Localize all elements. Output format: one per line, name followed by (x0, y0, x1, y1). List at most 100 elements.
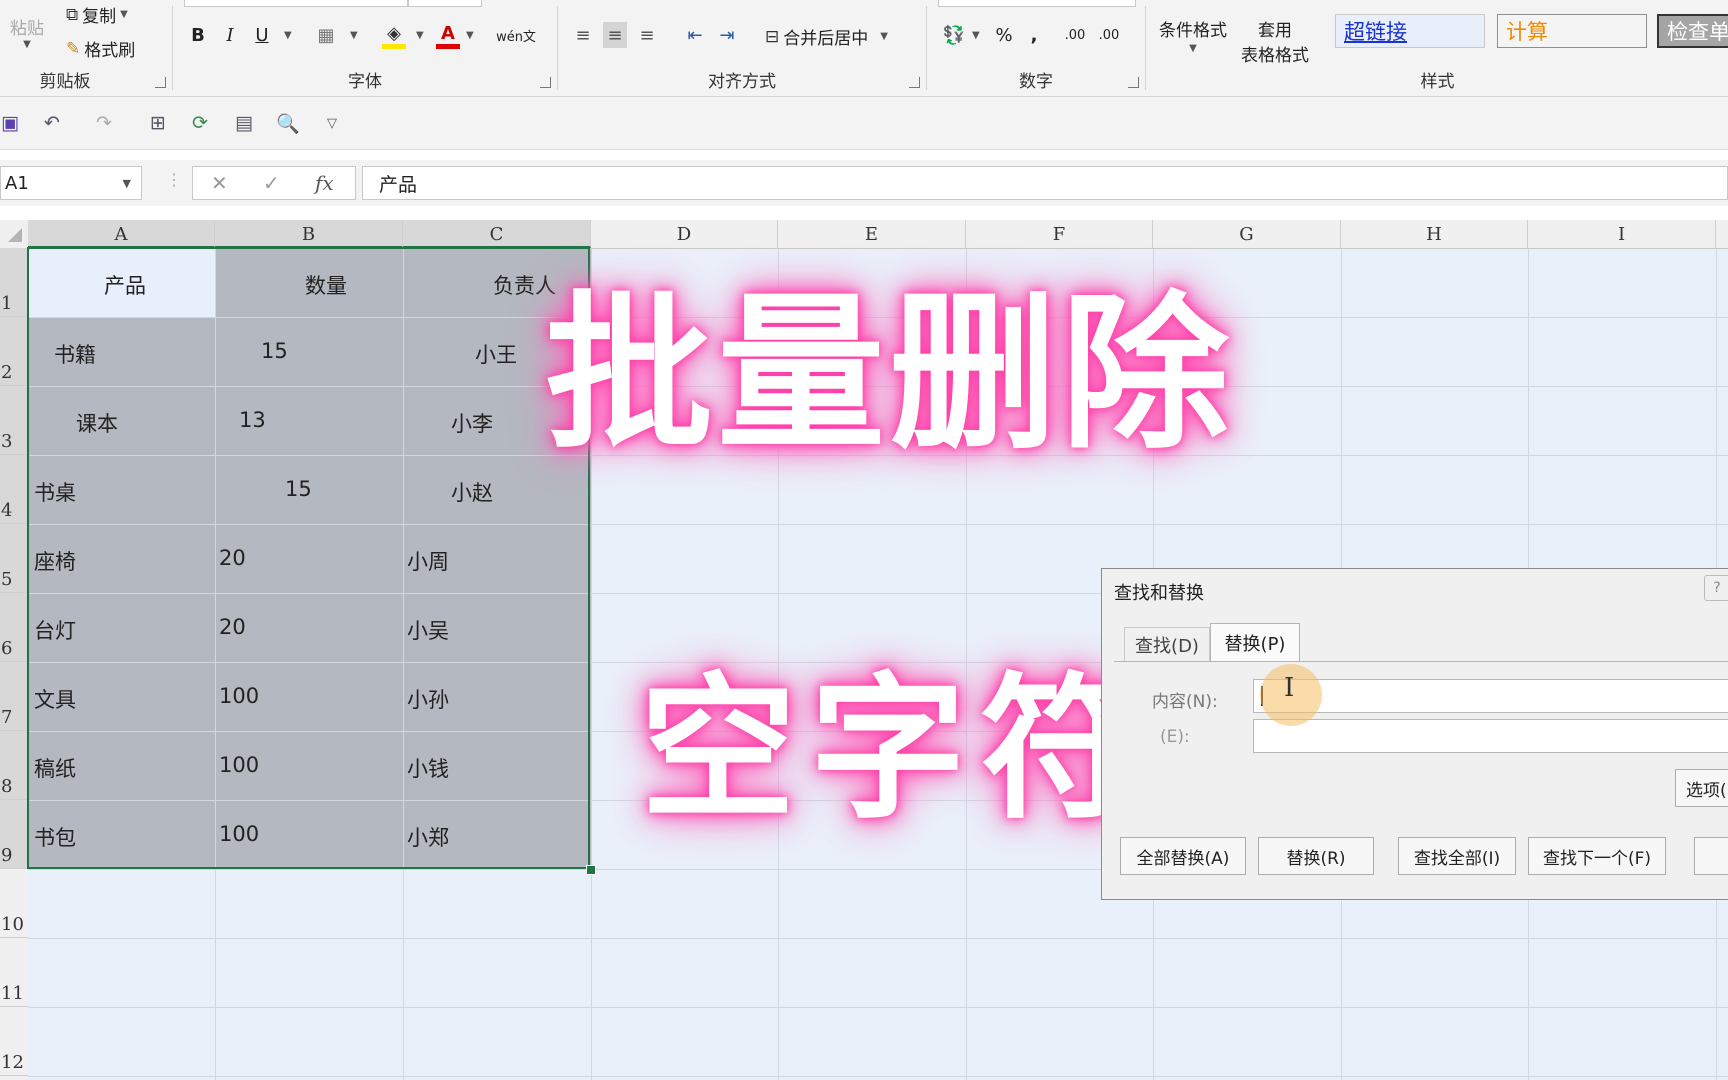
column-header-a[interactable]: A (28, 220, 215, 248)
paste-label: 粘贴 (10, 19, 44, 39)
row-header-11[interactable]: 11 (0, 938, 28, 1007)
overlay-title-2: 空字符 (640, 658, 1150, 840)
customize-toolbar-icon[interactable]: ▽ (318, 109, 346, 137)
font-color-icon[interactable]: A (436, 22, 460, 49)
style-check[interactable]: 检查单 (1657, 14, 1728, 48)
replace-button[interactable]: 替换(R) (1258, 837, 1374, 875)
select-all-corner-icon[interactable] (8, 228, 22, 242)
name-box[interactable]: A1 ▼ (0, 166, 142, 200)
table-format-label-1: 套用 (1258, 21, 1292, 41)
chevron-down-icon: ▼ (120, 9, 128, 20)
underline-button[interactable]: U (250, 22, 274, 48)
copy-icon: ⧉ (66, 4, 79, 25)
phonetic-button[interactable]: wén文 (496, 22, 536, 48)
style-calc[interactable]: 计算 (1497, 14, 1647, 48)
chevron-down-icon[interactable]: ▼ (416, 30, 424, 41)
number-format-field[interactable] (938, 0, 1136, 7)
formula-bar: A1 ▼ ⋮ ✕ ✓ fx 产品 (0, 160, 1728, 206)
align-right-icon[interactable]: ≡ (635, 22, 659, 48)
close-button[interactable] (1694, 837, 1728, 875)
find-input[interactable] (1253, 679, 1728, 713)
paste-button[interactable]: 粘贴 ▼ (10, 14, 44, 50)
number-launcher-icon[interactable] (1128, 77, 1139, 88)
chevron-down-icon[interactable]: ▼ (350, 30, 358, 41)
row-header-5[interactable]: 5 (0, 524, 28, 593)
gridline-horizontal (28, 1076, 1728, 1077)
find-next-button[interactable]: 查找下一个(F) (1528, 837, 1666, 875)
alignment-launcher-icon[interactable] (909, 77, 920, 88)
tab-find[interactable]: 查找(D) (1124, 627, 1210, 661)
copy-button[interactable]: ⧉ 复制 ▼ (66, 2, 128, 28)
chevron-down-icon[interactable]: ▼ (284, 30, 292, 41)
bold-button[interactable]: B (186, 22, 210, 48)
row-headers: 1 2 3 4 5 6 7 8 9 10 11 12 (0, 248, 28, 1080)
find-all-button[interactable]: 查找全部(I) (1398, 837, 1516, 875)
row-header-9[interactable]: 9 (0, 800, 28, 869)
fill-handle[interactable] (586, 865, 596, 875)
clipboard-launcher-icon[interactable] (155, 77, 166, 88)
row-header-7[interactable]: 7 (0, 662, 28, 731)
italic-button[interactable]: I (218, 22, 242, 48)
percent-button[interactable]: % (992, 22, 1016, 48)
row-header-4[interactable]: 4 (0, 455, 28, 524)
style-hyperlink[interactable]: 超链接 (1335, 14, 1485, 48)
merge-center-button[interactable]: ⊟ 合并后居中 ▼ (765, 24, 888, 50)
comma-button[interactable]: , (1022, 22, 1046, 48)
replace-input[interactable] (1253, 719, 1728, 753)
column-header-b[interactable]: B (215, 220, 403, 248)
divider (172, 6, 173, 90)
border-icon[interactable]: ▦ (314, 22, 338, 48)
font-name-field[interactable] (184, 0, 408, 7)
document-icon[interactable]: ▤ (230, 109, 258, 137)
row-header-12[interactable]: 12 (0, 1007, 28, 1076)
cancel-icon[interactable]: ✕ (211, 171, 228, 195)
row-header-3[interactable]: 3 (0, 386, 28, 455)
insert-function-button[interactable]: fx (315, 171, 334, 195)
currency-icon[interactable]: 💱 (942, 22, 966, 48)
zoom-preview-icon[interactable]: 🔍 (274, 109, 302, 137)
increase-decimal-button[interactable]: .00 (1060, 22, 1090, 48)
row-header-8[interactable]: 8 (0, 731, 28, 800)
print-preview-icon[interactable]: ⊞ (144, 109, 172, 137)
tab-replace[interactable]: 替换(P) (1210, 623, 1300, 661)
row-header-6[interactable]: 6 (0, 593, 28, 662)
replace-label: (E): (1160, 727, 1190, 747)
decrease-indent-icon[interactable]: ⇤ (683, 22, 707, 48)
merge-icon: ⊟ (765, 26, 780, 47)
chevron-down-icon[interactable]: ▼ (123, 177, 131, 190)
fill-color-icon[interactable]: ◈ (382, 22, 406, 49)
formula-input[interactable]: 产品 (362, 166, 1728, 200)
options-button[interactable]: 选项( (1675, 769, 1728, 807)
row-header-10[interactable]: 10 (0, 869, 28, 938)
confirm-icon[interactable]: ✓ (263, 171, 280, 195)
column-header-i[interactable]: I (1528, 220, 1716, 248)
tab-divider (1114, 661, 1728, 662)
align-left-icon[interactable]: ≡ (571, 22, 595, 48)
find-replace-dialog: 查找和替换 ? 查找(D) 替换(P) 内容(N): (E): I 选项( 全部… (1101, 568, 1728, 900)
font-launcher-icon[interactable] (540, 77, 551, 88)
redo-icon[interactable]: ↷ (90, 109, 118, 137)
save-icon[interactable]: ▣ (0, 109, 24, 137)
number-group-label: 数字 (1019, 72, 1053, 92)
replace-all-button[interactable]: 全部替换(A) (1120, 837, 1246, 875)
decrease-decimal-button[interactable]: .00 (1094, 22, 1124, 48)
row-header-1[interactable]: 1 (0, 248, 28, 317)
dialog-title: 查找和替换 (1114, 583, 1204, 604)
column-header-h[interactable]: H (1341, 220, 1528, 248)
table-format-button[interactable]: 套用 表格格式 (1241, 16, 1309, 66)
styles-group: 条件格式 ▼ 套用 表格格式 超链接 计算 检查单 样式 (1147, 0, 1728, 96)
undo-icon[interactable]: ↶ (38, 109, 66, 137)
gridline-horizontal (28, 938, 1728, 939)
increase-indent-icon[interactable]: ⇥ (715, 22, 739, 48)
refresh-icon[interactable]: ⟳ (186, 109, 214, 137)
chevron-down-icon[interactable]: ▼ (466, 30, 474, 41)
conditional-format-button[interactable]: 条件格式 ▼ (1159, 16, 1227, 54)
chevron-down-icon[interactable]: ▼ (972, 30, 980, 41)
selection-border (27, 247, 590, 869)
quick-access-toolbar: ▣ ↶ ↷ ⊞ ⟳ ▤ 🔍 ▽ (0, 97, 1728, 150)
row-header-2[interactable]: 2 (0, 317, 28, 386)
font-size-field[interactable] (408, 0, 482, 7)
align-center-icon[interactable]: ≡ (603, 22, 627, 48)
help-icon[interactable]: ? (1704, 575, 1728, 601)
format-painter-button[interactable]: ✎ 格式刷 (66, 36, 135, 62)
